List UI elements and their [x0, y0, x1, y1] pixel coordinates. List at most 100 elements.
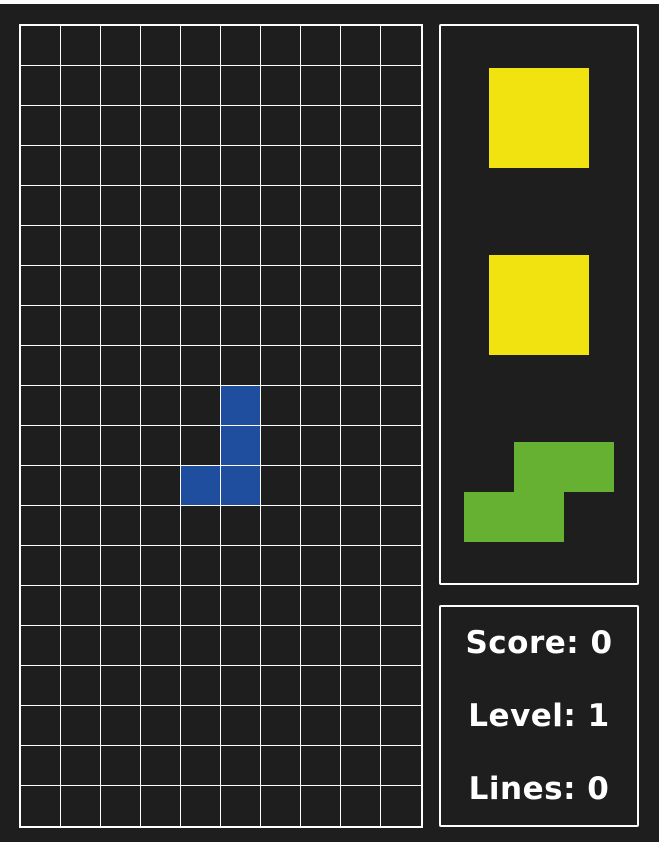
board-cell — [341, 186, 381, 226]
board-cell — [61, 346, 101, 386]
board-cell — [301, 426, 341, 466]
board-cell — [261, 506, 301, 546]
board-cell — [181, 786, 221, 826]
board-cell — [61, 226, 101, 266]
board-cell — [101, 26, 141, 66]
board-cell — [141, 426, 181, 466]
board-cell — [261, 186, 301, 226]
board-cell — [101, 746, 141, 786]
board-cell — [381, 706, 421, 746]
board-cell — [141, 706, 181, 746]
board-cell — [61, 586, 101, 626]
board-cell — [181, 546, 221, 586]
board-cell — [261, 266, 301, 306]
board-cell — [101, 66, 141, 106]
board-cell — [101, 786, 141, 826]
next-piece-block — [539, 118, 589, 168]
board-cell — [381, 306, 421, 346]
board-cell — [301, 346, 341, 386]
board-cell — [21, 586, 61, 626]
board-cell — [301, 706, 341, 746]
board-cell — [301, 226, 341, 266]
board-cell — [221, 546, 261, 586]
board-cell — [181, 146, 221, 186]
board-cell — [381, 506, 421, 546]
board-cell — [101, 586, 141, 626]
board-cell — [221, 306, 261, 346]
game-window: Score: 0 Level: 1 Lines: 0 — [0, 4, 659, 842]
board-cell — [381, 26, 421, 66]
board-cell — [381, 66, 421, 106]
board-cell — [341, 266, 381, 306]
board-cell — [381, 466, 421, 506]
board-cell — [61, 546, 101, 586]
board-cell — [221, 106, 261, 146]
board-cell — [301, 66, 341, 106]
next-piece-block — [539, 255, 589, 305]
board-cell — [61, 746, 101, 786]
board-cell — [181, 26, 221, 66]
board-cell — [21, 346, 61, 386]
board-cell — [181, 226, 221, 266]
next-piece-3 — [441, 440, 637, 544]
board-cell — [101, 626, 141, 666]
next-piece-block — [489, 118, 539, 168]
board-cell — [101, 426, 141, 466]
board-cell — [141, 386, 181, 426]
board-cell — [101, 106, 141, 146]
next-piece-1 — [441, 66, 637, 170]
board-cell — [101, 146, 141, 186]
board-cell — [261, 226, 301, 266]
board-cell — [21, 66, 61, 106]
board-cell — [61, 26, 101, 66]
board-cell — [341, 626, 381, 666]
board-cell — [221, 346, 261, 386]
board-cell — [381, 226, 421, 266]
board-cell — [21, 626, 61, 666]
board-cell — [101, 546, 141, 586]
board-cell — [21, 546, 61, 586]
board-cell — [21, 106, 61, 146]
active-piece-block — [221, 386, 261, 426]
board-cell — [341, 146, 381, 186]
board-cell — [381, 346, 421, 386]
board-cell — [381, 546, 421, 586]
board-cell — [181, 506, 221, 546]
next-piece-block — [539, 305, 589, 355]
board-cell — [221, 66, 261, 106]
next-piece-block — [489, 305, 539, 355]
board-cell — [181, 266, 221, 306]
board-cell — [341, 666, 381, 706]
board-cell — [141, 26, 181, 66]
score-label: Score: 0 — [465, 625, 613, 661]
board-cell — [61, 426, 101, 466]
board-cell — [301, 466, 341, 506]
board-cell — [301, 146, 341, 186]
board-cell — [341, 26, 381, 66]
board-cell — [341, 306, 381, 346]
board-cell — [301, 666, 341, 706]
board-cell — [381, 106, 421, 146]
next-piece-block — [539, 68, 589, 118]
board-cell — [61, 666, 101, 706]
board-cell — [221, 186, 261, 226]
level-label: Level: 1 — [468, 698, 610, 734]
board-cell — [21, 146, 61, 186]
board-cell — [301, 626, 341, 666]
board-cell — [381, 266, 421, 306]
board-cell — [21, 506, 61, 546]
board-cell — [141, 746, 181, 786]
board-cell — [301, 586, 341, 626]
board-cell — [181, 306, 221, 346]
next-piece-block — [489, 68, 539, 118]
board-cell — [101, 186, 141, 226]
board-cell — [61, 506, 101, 546]
board-cell — [101, 466, 141, 506]
board-cell — [141, 306, 181, 346]
board-cell — [21, 786, 61, 826]
board-cell — [141, 66, 181, 106]
game-board[interactable] — [19, 24, 423, 828]
active-piece-block — [221, 426, 261, 466]
board-cell — [301, 306, 341, 346]
board-cell — [301, 506, 341, 546]
